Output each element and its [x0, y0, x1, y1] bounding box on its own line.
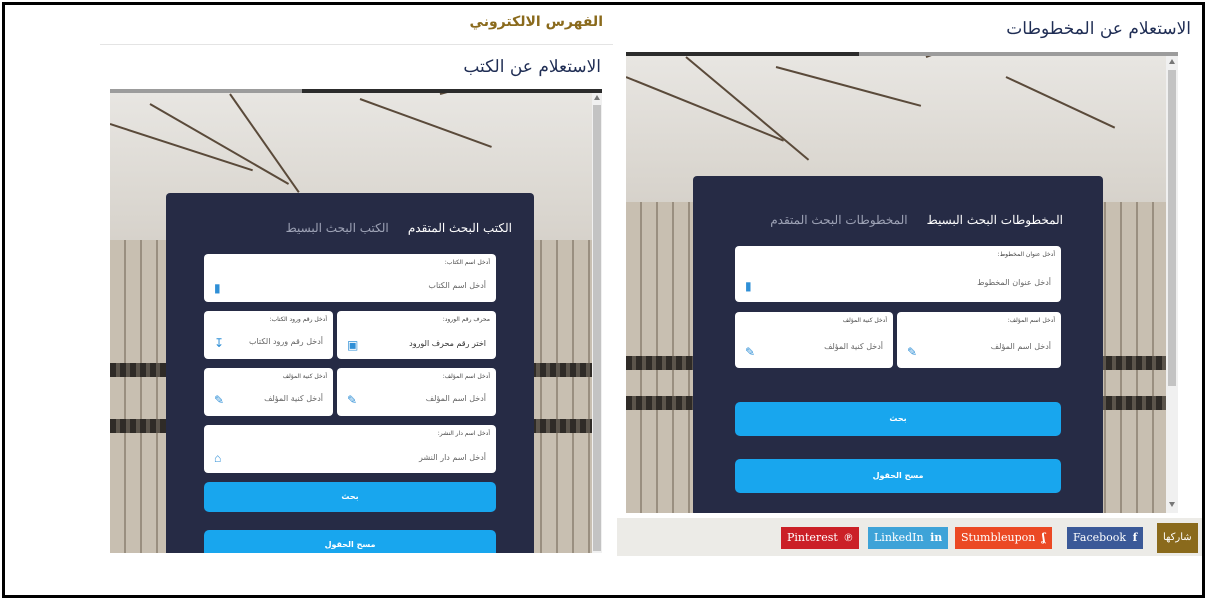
author-name-input[interactable]: أدخل اسم المؤلف	[426, 394, 486, 403]
accession-prefix-select[interactable]: اختر رقم محرف الورود	[409, 339, 486, 348]
manuscripts-tabs: المخطوطات البحث البسيط المخطوطات البحث ا…	[756, 209, 1063, 228]
pencil-icon: ✎	[214, 393, 225, 407]
manuscripts-search-frame: المخطوطات البحث البسيط المخطوطات البحث ا…	[626, 56, 1178, 513]
author-name-input[interactable]: أدخل اسم المؤلف	[991, 342, 1051, 351]
manuscript-title-input[interactable]: أدخل عنوان المخطوط	[977, 278, 1051, 287]
books-panel: الفهرس الالكتروني الاستعلام عن الكتب الك…	[100, 5, 613, 553]
author-nickname-input[interactable]: أدخل كنية المؤلف	[824, 342, 883, 351]
accession-number-input[interactable]: أدخل رقم ورود الكتاب	[249, 337, 323, 346]
author-nickname-input[interactable]: أدخل كنية المؤلف	[264, 394, 323, 403]
author-nickname-field[interactable]: أدخل كنية المؤلف أدخل كنية المؤلف ✎	[204, 368, 333, 416]
tab-books-simple[interactable]: الكتب البحث البسيط	[286, 221, 389, 235]
book-icon: ▮	[745, 279, 752, 293]
stumbleupon-icon: ʆ	[1041, 531, 1046, 544]
pinterest-share-button[interactable]: Pinterest ℗	[781, 527, 859, 549]
manuscript-title-field[interactable]: أدخل عنوان المخطوط: أدخل عنوان المخطوط ▮	[735, 246, 1061, 302]
linkedin-share-button[interactable]: LinkedIn in	[868, 527, 949, 549]
scroll-up-icon[interactable]	[594, 95, 600, 100]
scroll-thumb[interactable]	[593, 105, 601, 551]
sort-numeric-icon: ↧	[214, 336, 225, 350]
search-button[interactable]: بحث	[204, 482, 496, 512]
panel-header: الفهرس الالكتروني	[100, 5, 613, 45]
search-button[interactable]: بحث	[735, 402, 1061, 436]
linkedin-icon: in	[930, 531, 943, 544]
screenshot-frame: الفهرس الالكتروني الاستعلام عن الكتب الك…	[2, 2, 1205, 598]
book-icon: ▮	[214, 281, 221, 295]
accession-prefix-field[interactable]: محرف رقم الورود: اختر رقم محرف الورود ▣	[337, 311, 496, 359]
books-inquiry-title: الاستعلام عن الكتب	[463, 57, 601, 77]
home-icon: ⌂	[214, 451, 222, 465]
author-name-field[interactable]: أدخل اسم المؤلف: أدخل اسم المؤلف ✎	[897, 312, 1061, 368]
share-bar: شاركها Facebook f Stumbleupon ʆ LinkedIn…	[617, 518, 1202, 556]
stumbleupon-share-button[interactable]: Stumbleupon ʆ	[955, 527, 1052, 549]
facebook-share-button[interactable]: Facebook f	[1067, 527, 1144, 549]
accession-number-field[interactable]: أدخل رقم ورود الكتاب: أدخل رقم ورود الكت…	[204, 311, 333, 359]
catalog-brand-link[interactable]: الفهرس الالكتروني	[470, 14, 603, 30]
facebook-icon: f	[1132, 531, 1138, 544]
share-label: شاركها	[1157, 523, 1198, 553]
pencil-icon: ✎	[745, 345, 756, 359]
manuscripts-panel: الاستعلام عن المخطوطات المخطوطات البحث ا…	[617, 5, 1202, 553]
books-frame-scrollbar[interactable]	[592, 93, 602, 553]
manuscripts-inquiry-title: الاستعلام عن المخطوطات	[1006, 19, 1191, 39]
books-search-frame: الكتب البحث المتقدم الكتب البحث البسيط أ…	[110, 93, 602, 553]
pencil-icon: ✎	[347, 393, 358, 407]
tab-books-advanced[interactable]: الكتب البحث المتقدم	[408, 221, 512, 235]
author-name-field[interactable]: أدخل اسم المؤلف: أدخل اسم المؤلف ✎	[337, 368, 496, 416]
manuscripts-frame-scrollbar[interactable]	[1166, 56, 1178, 513]
clear-fields-button[interactable]: مسح الحقول	[204, 530, 496, 553]
clear-fields-button[interactable]: مسح الحقول	[735, 459, 1061, 493]
publisher-input[interactable]: أدخل اسم دار النشر	[419, 453, 486, 462]
manuscripts-search-card: المخطوطات البحث البسيط المخطوطات البحث ا…	[693, 176, 1103, 513]
books-tabs: الكتب البحث المتقدم الكتب البحث البسيط	[272, 217, 512, 236]
publisher-field[interactable]: أدخل اسم دار النشر: أدخل اسم دار النشر ⌂	[204, 425, 496, 473]
book-title-field[interactable]: أدخل اسم الكتاب: أدخل اسم الكتاب ▮	[204, 254, 496, 302]
scroll-down-icon[interactable]	[1169, 502, 1175, 507]
calendar-icon: ▣	[347, 338, 359, 352]
books-search-card: الكتب البحث المتقدم الكتب البحث البسيط أ…	[166, 193, 534, 553]
pencil-icon: ✎	[907, 345, 918, 359]
pinterest-icon: ℗	[844, 531, 853, 544]
scroll-up-icon[interactable]	[1169, 59, 1175, 64]
book-title-input[interactable]: أدخل اسم الكتاب	[428, 281, 486, 290]
tab-manuscripts-simple[interactable]: المخطوطات البحث البسيط	[927, 213, 1063, 227]
scroll-thumb[interactable]	[1168, 70, 1176, 386]
author-nickname-field[interactable]: أدخل كنية المؤلف أدخل كنية المؤلف ✎	[735, 312, 893, 368]
tab-manuscripts-advanced[interactable]: المخطوطات البحث المتقدم	[770, 213, 907, 227]
